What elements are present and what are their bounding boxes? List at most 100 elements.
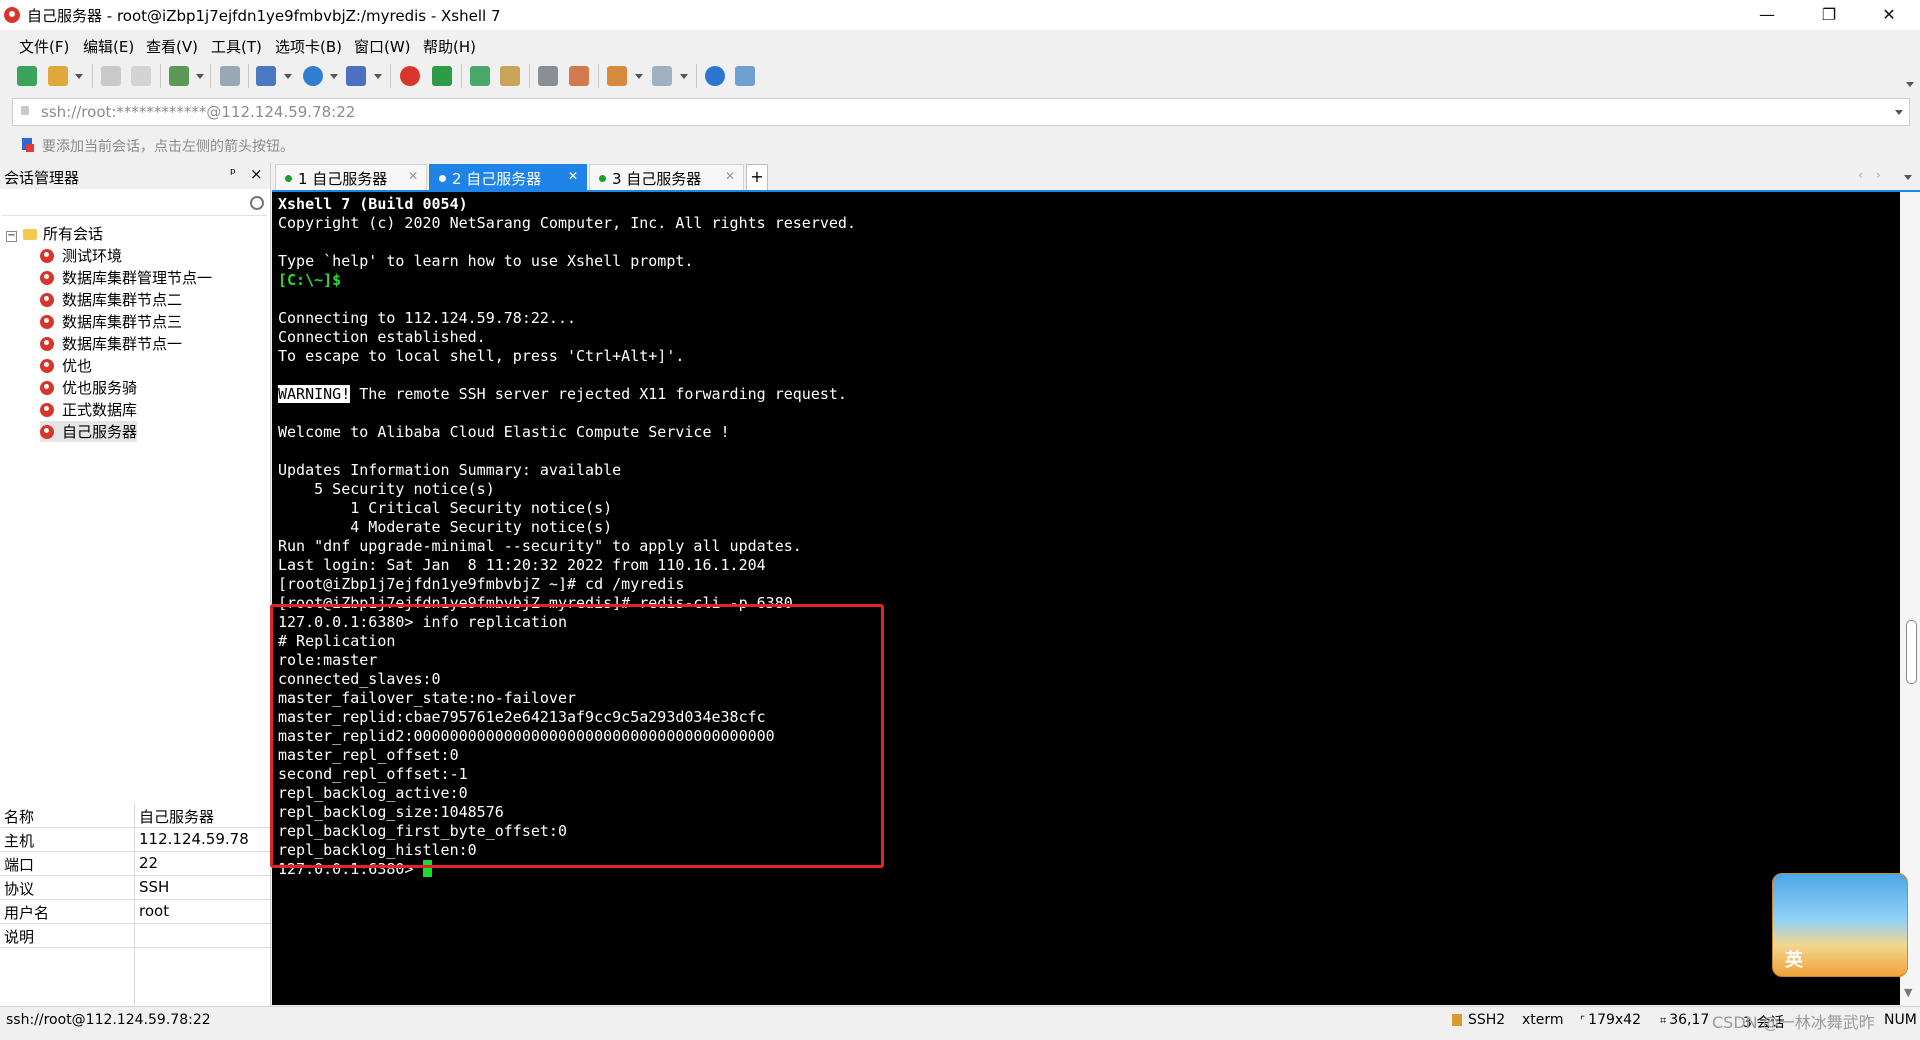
session-icon bbox=[40, 315, 54, 329]
tab-session-1[interactable]: 1 自己服务器 ✕ bbox=[275, 164, 427, 192]
tile-caret-icon[interactable] bbox=[680, 74, 688, 79]
layout-caret-icon[interactable] bbox=[284, 74, 292, 79]
tree-item-session-selected[interactable]: 自己服务器 bbox=[40, 421, 138, 442]
address-value: ssh://root:************@112.124.59.78:22 bbox=[41, 103, 356, 121]
tree-item-session[interactable]: 数据库集群节点二 bbox=[40, 289, 182, 310]
connect-icon[interactable] bbox=[101, 66, 121, 86]
font-caret-icon[interactable] bbox=[374, 74, 382, 79]
new-tab-button[interactable]: + bbox=[746, 164, 768, 192]
terminal-line: WARNING! The remote SSH server rejected … bbox=[278, 385, 847, 404]
globe-icon[interactable] bbox=[303, 66, 323, 86]
tree-item-session[interactable]: 数据库集群节点三 bbox=[40, 311, 182, 332]
search-icon[interactable] bbox=[250, 196, 264, 210]
collapse-icon[interactable]: − bbox=[6, 231, 17, 242]
tree-item-session[interactable]: 优也服务骑 bbox=[40, 377, 137, 398]
disconnect-icon[interactable] bbox=[131, 66, 151, 86]
terminal-output[interactable]: Xshell 7 (Build 0054) Copyright (c) 2020 … bbox=[272, 192, 1900, 1005]
toolbar-separator bbox=[210, 64, 211, 88]
menu-window[interactable]: 窗口(W) bbox=[354, 36, 411, 57]
scroll-down-icon[interactable]: ▼ bbox=[1904, 986, 1912, 999]
keyboard-icon[interactable] bbox=[538, 66, 558, 86]
layout-icon[interactable] bbox=[256, 66, 276, 86]
menu-tools[interactable]: 工具(T) bbox=[211, 36, 262, 57]
toolbar-separator bbox=[390, 64, 391, 88]
status-num: NUM bbox=[1884, 1012, 1917, 1028]
help-icon[interactable] bbox=[705, 66, 725, 86]
menu-view[interactable]: 查看(V) bbox=[146, 36, 198, 57]
close-button[interactable]: ✕ bbox=[1866, 0, 1912, 30]
menu-help[interactable]: 帮助(H) bbox=[423, 36, 476, 57]
maximize-button[interactable]: ❐ bbox=[1806, 0, 1852, 30]
session-manager-header: 会话管理器 ᵖ × bbox=[0, 163, 270, 189]
chat-icon[interactable] bbox=[735, 66, 755, 86]
address-dropdown-icon[interactable] bbox=[1895, 110, 1903, 115]
properties-caret-icon[interactable] bbox=[196, 74, 204, 79]
status-cursor: ⌗ 36,17 bbox=[1660, 1012, 1709, 1028]
fullscreen-icon[interactable] bbox=[470, 66, 490, 86]
menu-tabs[interactable]: 选项卡(B) bbox=[275, 36, 342, 57]
tree-root-label: 所有会话 bbox=[43, 225, 104, 243]
scrollbar-thumb[interactable] bbox=[1906, 620, 1917, 684]
tab-session-2[interactable]: 2 自己服务器 ✕ bbox=[429, 164, 587, 192]
tab-scroll-right-icon[interactable]: › bbox=[1876, 168, 1881, 182]
xshell-app-icon[interactable] bbox=[4, 7, 20, 23]
tab-label: 1 自己服务器 bbox=[298, 170, 388, 188]
font-icon[interactable] bbox=[346, 66, 366, 86]
session-icon bbox=[40, 381, 54, 395]
property-value: root bbox=[139, 902, 170, 920]
tree-root-all-sessions[interactable]: − 所有会话 bbox=[6, 223, 103, 244]
tab-scroll-left-icon[interactable]: ‹ bbox=[1858, 168, 1863, 182]
menu-edit[interactable]: 编辑(E) bbox=[83, 36, 134, 57]
terminal-line: Connecting to 112.124.59.78:22... bbox=[278, 309, 577, 327]
tab-close-icon[interactable]: ✕ bbox=[725, 169, 735, 183]
tab-list-caret-icon[interactable] bbox=[1904, 175, 1912, 180]
tree-item-session[interactable]: 数据库集群管理节点一 bbox=[40, 267, 212, 288]
highlight-icon[interactable] bbox=[569, 66, 589, 86]
transfer-caret-icon[interactable] bbox=[635, 74, 643, 79]
tree-item-session[interactable]: 数据库集群节点一 bbox=[40, 333, 182, 354]
terminal-line: [root@iZbp1j7ejfdn1ye9fmbvbjZ ~]# cd /my… bbox=[278, 575, 685, 593]
tree-item-session[interactable]: 优也 bbox=[40, 355, 92, 376]
close-panel-icon[interactable]: × bbox=[250, 165, 263, 183]
connected-dot-icon bbox=[599, 175, 606, 182]
toolbar-separator bbox=[92, 64, 93, 88]
lock-icon[interactable] bbox=[500, 66, 520, 86]
status-size: ⌜ 179x42 bbox=[1580, 1012, 1641, 1028]
status-cursor-label: 36,17 bbox=[1669, 1012, 1710, 1028]
open-folder-icon[interactable] bbox=[48, 66, 68, 86]
toolbar-separator bbox=[248, 64, 249, 88]
session-icon bbox=[40, 249, 54, 263]
tree-item-session[interactable]: 正式数据库 bbox=[40, 399, 137, 420]
tree-item-label: 数据库集群管理节点一 bbox=[62, 269, 213, 287]
toolbar-separator bbox=[461, 64, 462, 88]
new-session-icon[interactable] bbox=[17, 66, 37, 86]
properties-icon[interactable] bbox=[169, 66, 189, 86]
terminal-line: [C:\~]$ bbox=[278, 271, 342, 289]
terminal-line-text: The remote SSH server rejected X11 forwa… bbox=[350, 385, 847, 403]
terminal-line: 4 Moderate Security notice(s) bbox=[278, 518, 613, 536]
tab-close-icon[interactable]: ✕ bbox=[568, 169, 578, 183]
pin-icon[interactable]: ᵖ bbox=[230, 166, 236, 182]
xftp-icon[interactable] bbox=[432, 66, 452, 86]
tab-close-icon[interactable]: ✕ bbox=[408, 169, 418, 183]
transfer-icon[interactable] bbox=[607, 66, 627, 86]
globe-caret-icon[interactable] bbox=[330, 74, 338, 79]
ime-widget[interactable]: 英 bbox=[1772, 873, 1908, 977]
toolbar-overflow-caret-icon[interactable] bbox=[1906, 82, 1914, 87]
property-key: 端口 bbox=[4, 856, 35, 874]
session-icon bbox=[40, 337, 54, 351]
ime-language-label: 英 bbox=[1785, 950, 1803, 971]
xshell-icon[interactable] bbox=[400, 66, 420, 86]
add-session-arrow-icon[interactable] bbox=[22, 138, 34, 152]
tab-session-3[interactable]: 3 自己服务器 ✕ bbox=[589, 164, 744, 192]
menu-file[interactable]: 文件(F) bbox=[19, 36, 69, 57]
folder-icon bbox=[23, 229, 37, 240]
tree-item-session[interactable]: 测试环境 bbox=[40, 245, 122, 266]
minimize-button[interactable]: — bbox=[1744, 0, 1790, 30]
find-icon[interactable] bbox=[220, 66, 240, 86]
address-bar[interactable]: ssh://root:************@112.124.59.78:22 bbox=[12, 98, 1910, 126]
status-connection: ssh://root@112.124.59.78:22 bbox=[6, 1012, 211, 1028]
tile-windows-icon[interactable] bbox=[652, 66, 672, 86]
open-dropdown-caret-icon[interactable] bbox=[75, 74, 83, 79]
session-search-input[interactable] bbox=[2, 193, 267, 216]
